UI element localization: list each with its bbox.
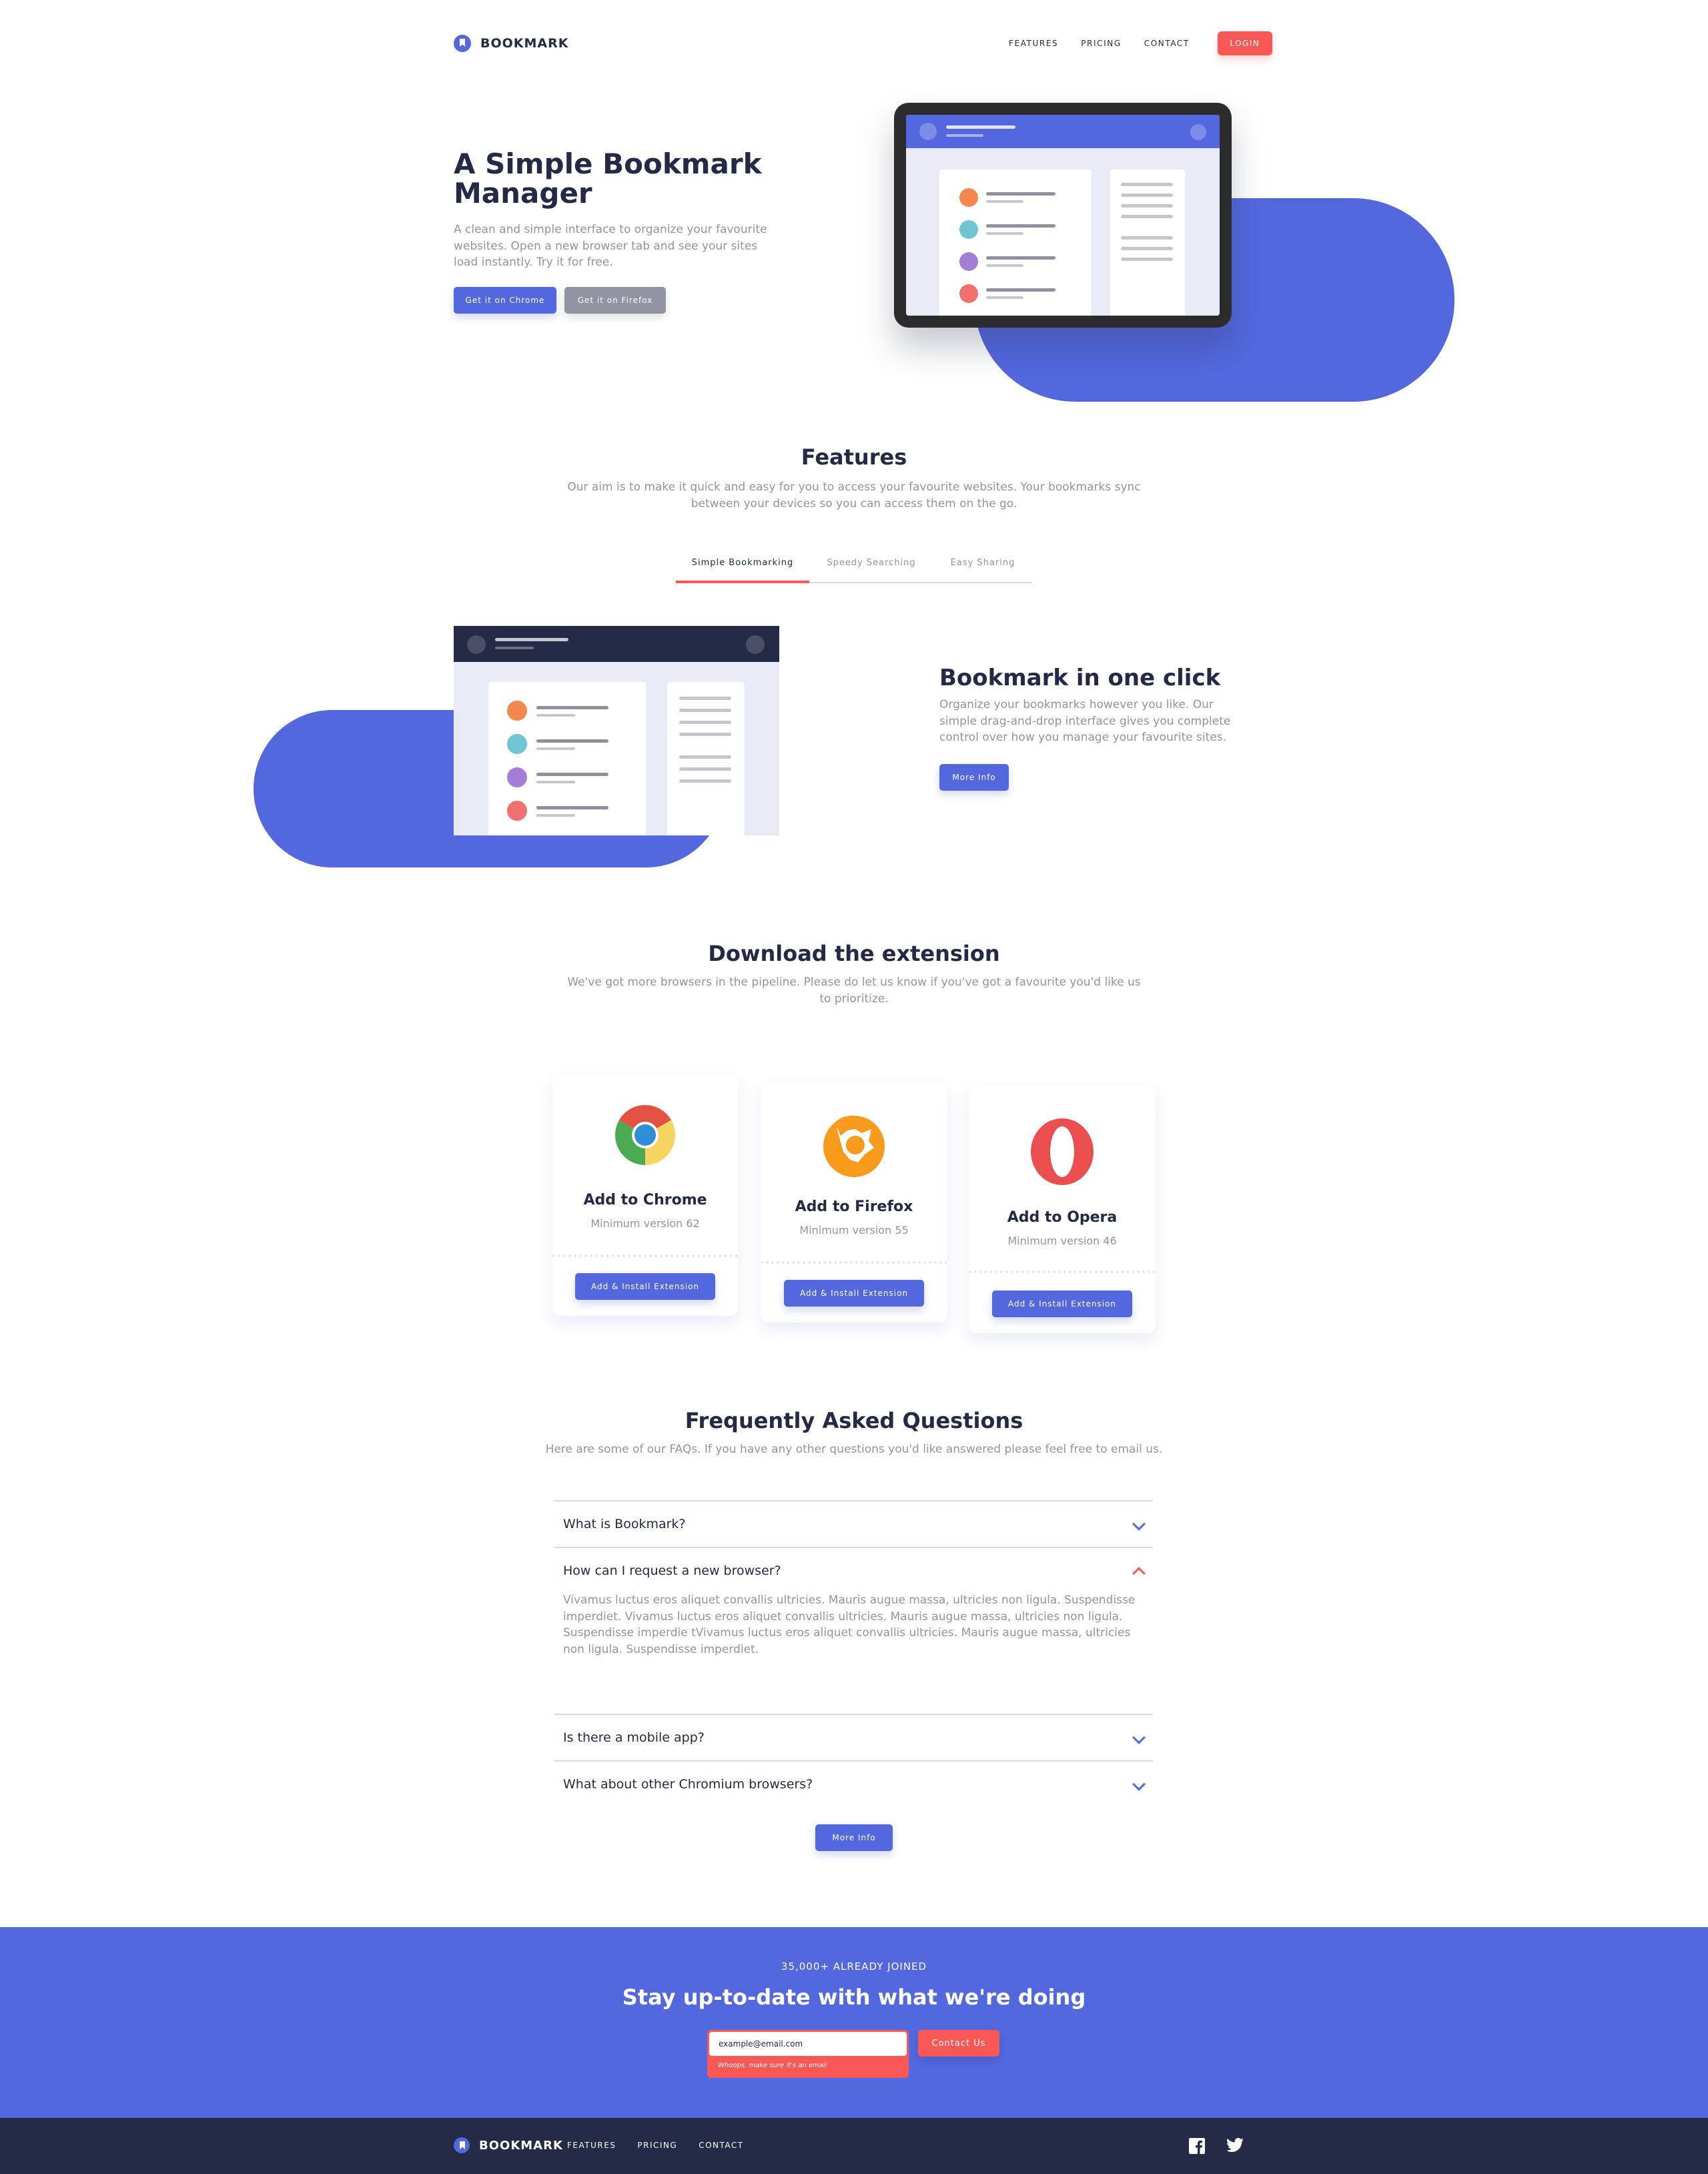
newsletter-section: 35,000+ ALREADY JOINED Stay up-to-date w… [0, 1927, 1708, 2118]
download-title: Download the extension [708, 941, 1000, 966]
hero-tablet-illustration [894, 103, 1232, 328]
faq-question: Is there a mobile app? [563, 1730, 705, 1745]
nav-contact[interactable]: CONTACT [1144, 39, 1190, 48]
tab-easy-sharing[interactable]: Easy Sharing [933, 558, 1032, 568]
logo[interactable]: BOOKMARK [454, 35, 568, 52]
feature-more-info-button[interactable]: More Info [939, 764, 1009, 791]
faq-answer: Vivamus luctus eros aliquet convallis ul… [563, 1593, 1136, 1656]
nav-pricing[interactable]: PRICING [1081, 39, 1122, 48]
opera-icon [1031, 1118, 1094, 1185]
bookmark-logo-icon [454, 35, 471, 52]
main-nav: FEATURES PRICING CONTACT LOGIN [1009, 31, 1272, 55]
footer-logo[interactable]: BOOKMARK [454, 2137, 563, 2153]
feature-panel-title: Bookmark in one click [939, 665, 1221, 691]
firefox-icon [823, 1115, 885, 1177]
tab-speedy-searching[interactable]: Speedy Searching [809, 558, 933, 568]
card-version: Minimum version 62 [590, 1217, 700, 1230]
faq-item[interactable]: What is Bookmark? [554, 1500, 1153, 1547]
browser-card-chrome: Add to Chrome Minimum version 62 Add & I… [552, 1076, 738, 1316]
feature-panel: Bookmark in one click Organize your book… [939, 665, 1253, 746]
faq-title: Frequently Asked Questions [685, 1408, 1023, 1433]
bookmark-logo-icon [454, 2137, 470, 2153]
twitter-icon[interactable] [1226, 2138, 1244, 2153]
newsletter-kicker: 35,000+ ALREADY JOINED [781, 1960, 927, 1972]
browser-card-firefox: Add to Firefox Minimum version 55 Add & … [761, 1082, 947, 1323]
feature-illustration [454, 626, 779, 835]
chevron-up-icon [1132, 1567, 1146, 1580]
chevron-down-icon [1132, 1517, 1146, 1531]
card-version: Minimum version 46 [1007, 1234, 1117, 1247]
faq-item-open[interactable]: How can I request a new browser? [554, 1547, 1153, 1593]
faq-question: What about other Chromium browsers? [563, 1777, 813, 1792]
features-description: Our aim is to make it quick and easy for… [567, 480, 1141, 510]
hero-description: A clean and simple interface to organize… [454, 223, 767, 270]
active-tab-indicator [676, 581, 809, 583]
hero-title-line1: A Simple Bookmark [454, 147, 762, 180]
feature-panel-text: Organize your bookmarks however you like… [939, 698, 1231, 745]
tab-simple-bookmarking[interactable]: Simple Bookmarking [676, 558, 809, 568]
browser-card-opera: Add to Opera Minimum version 46 Add & In… [969, 1086, 1156, 1333]
chevron-down-icon [1132, 1731, 1146, 1744]
login-button[interactable]: LOGIN [1217, 31, 1272, 55]
newsletter-title: Stay up-to-date with what we're doing [622, 1984, 1086, 2010]
email-error-message: Whoops, make sure it's an email [718, 2062, 827, 2069]
card-title: Add to Firefox [795, 1198, 913, 1215]
email-input[interactable] [709, 2032, 907, 2056]
faq-question: How can I request a new browser? [563, 1563, 781, 1578]
faq-more-info-button[interactable]: More Info [815, 1824, 893, 1851]
footer-nav: FEATURES PRICING CONTACT [567, 2141, 744, 2150]
hero-title-line2: Manager [454, 177, 592, 210]
chrome-icon [614, 1105, 676, 1165]
card-title: Add to Opera [1007, 1209, 1118, 1226]
footer-nav-contact[interactable]: CONTACT [699, 2141, 743, 2150]
download-description: We've got more browsers in the pipeline.… [567, 976, 1141, 1006]
chrome-install-button[interactable]: Add & Install Extension [575, 1273, 715, 1300]
chevron-down-icon [1132, 1778, 1146, 1791]
card-divider [552, 1254, 738, 1257]
hero-title: A Simple Bookmark Manager [454, 149, 801, 208]
get-firefox-button[interactable]: Get it on Firefox [564, 287, 666, 314]
opera-install-button[interactable]: Add & Install Extension [992, 1291, 1132, 1317]
faq-item[interactable]: Is there a mobile app? [554, 1714, 1153, 1760]
card-divider [969, 1271, 1156, 1273]
contact-us-button[interactable]: Contact Us [918, 2030, 999, 2057]
card-divider [761, 1261, 947, 1264]
footer-logo-text: BOOKMARK [479, 2138, 563, 2153]
card-title: Add to Chrome [583, 1192, 707, 1208]
facebook-icon[interactable] [1189, 2138, 1205, 2154]
footer-nav-features[interactable]: FEATURES [567, 2141, 616, 2150]
faq-description: Here are some of our FAQs. If you have a… [545, 1443, 1163, 1456]
footer-nav-pricing[interactable]: PRICING [637, 2141, 677, 2150]
faq-item[interactable]: What about other Chromium browsers? [554, 1760, 1153, 1807]
get-chrome-button[interactable]: Get it on Chrome [454, 287, 556, 314]
faq-question: What is Bookmark? [563, 1517, 686, 1531]
firefox-install-button[interactable]: Add & Install Extension [784, 1280, 924, 1307]
features-title: Features [801, 444, 907, 470]
card-version: Minimum version 55 [799, 1224, 909, 1236]
email-field-wrapper: Whoops, make sure it's an email [707, 2030, 909, 2078]
feature-tabs: Simple Bookmarking Speedy Searching Easy… [676, 551, 1032, 583]
nav-features[interactable]: FEATURES [1009, 39, 1058, 48]
footer: BOOKMARK FEATURES PRICING CONTACT [0, 2118, 1708, 2174]
logo-text: BOOKMARK [480, 36, 569, 51]
